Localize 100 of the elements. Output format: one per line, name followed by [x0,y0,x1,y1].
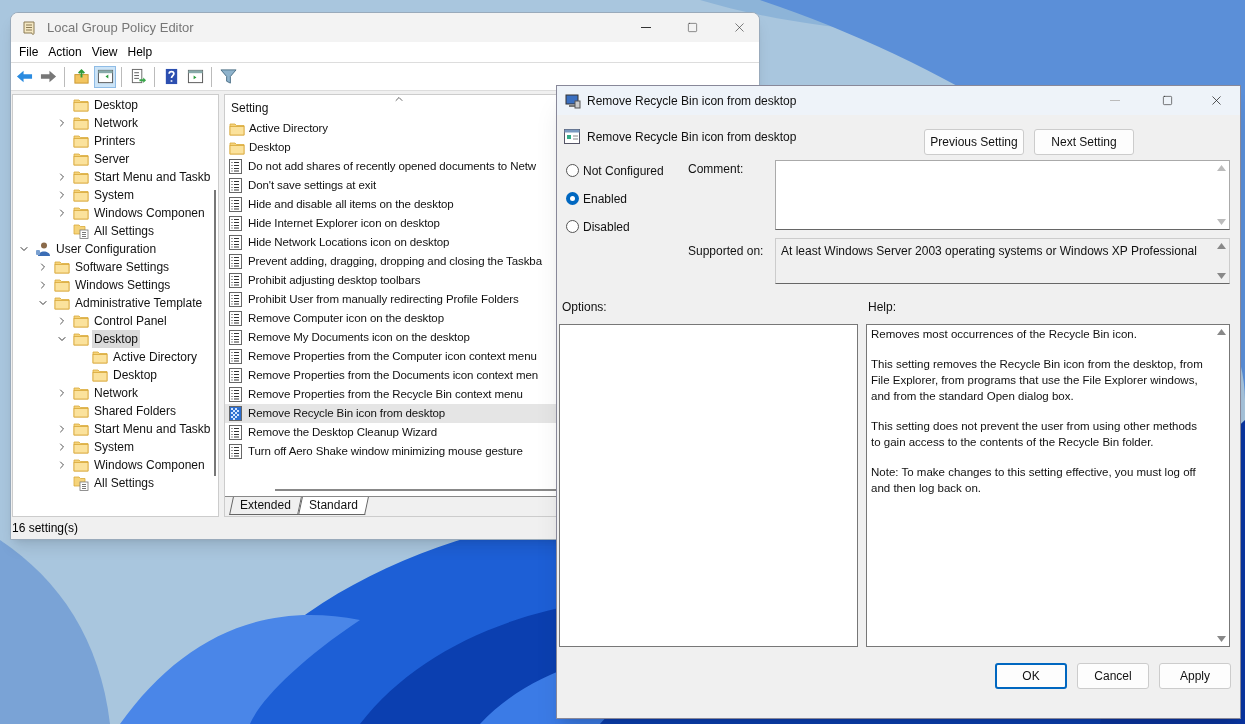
nav-button[interactable]: Previous Setting [924,129,1024,155]
radio-button[interactable] [566,164,579,177]
folder-icon [73,332,89,346]
maximize-icon[interactable] [687,22,698,33]
folder-icon [73,98,89,112]
nav-button[interactable]: Next Setting [1034,129,1134,155]
setting-name: Prevent adding, dragging, dropping and closing the Taskba [248,253,542,269]
setting-name: Prohibit adjusting desktop toolbars [248,272,421,288]
folder-icon [54,296,70,310]
tree-item[interactable]: System [92,186,136,204]
tree-item[interactable]: Desktop [111,366,160,384]
folder-icon [229,140,245,155]
radio-label: Not Configured [583,162,664,180]
dialog-button[interactable]: OK [995,663,1067,689]
help-paragraph: This setting does not prevent the user from using other methods to gain access to the contents of the Recycle Bin folder. [871,419,1198,450]
document-icon [229,254,242,269]
document-icon [229,444,242,459]
folder-icon [73,134,89,148]
menu-item[interactable]: Action [43,43,87,61]
tree-item[interactable]: Network [92,384,140,402]
scroll-down-icon[interactable] [1216,273,1226,279]
setting-name: Remove Properties from the Documents icon context men [248,367,538,383]
folder-icon [73,422,89,436]
tree-item[interactable]: Windows Settings [73,276,173,294]
tree-item[interactable]: Administrative Template [73,294,205,312]
setting-name: Remove Properties from the Recycle Bin context menu [248,386,523,402]
radio-button[interactable] [566,220,579,233]
tree-item[interactable]: Desktop [92,330,141,348]
maximize-icon[interactable] [1162,95,1173,106]
folder-icon [73,152,89,166]
filter-icon [219,68,237,85]
document-icon [229,178,242,193]
radio-button[interactable] [566,192,579,205]
help-paragraph: This setting removes the Recycle Bin icon from the desktop, from File Explorer, from programs that use the File Explorer windows, and from the standard Open dialog box. [871,357,1204,404]
setting-name: Don't save settings at exit [248,177,376,193]
document-icon [229,368,242,383]
document-icon [229,425,242,440]
column-header[interactable]: Setting [231,99,269,117]
tree-item[interactable]: Control Panel [92,312,169,330]
scroll-up-icon[interactable] [1216,243,1226,249]
comment-field[interactable] [775,160,1230,230]
policy-window-icon [564,128,580,144]
radio-label: Enabled [583,190,628,208]
setting-name: Hide Network Locations icon on desktop [248,234,450,250]
folder-icon [73,458,89,472]
toolbar-button[interactable] [94,65,116,88]
close-icon[interactable] [732,20,747,35]
tree-item[interactable]: Network [92,114,140,132]
setting-name: Hide and disable all items on the desktop [248,196,454,212]
view-tab[interactable]: Standard [297,497,369,515]
tree-item[interactable]: Start Menu and Taskb [92,168,213,186]
document-icon [229,273,242,288]
tree-item[interactable]: Printers [92,132,138,150]
tree-item[interactable]: Shared Folders [92,402,179,420]
window-title: Local Group Policy Editor [47,18,194,37]
forward-arrow-icon [39,68,57,85]
checkered-document-icon [229,406,242,421]
tree-item[interactable]: Server [92,150,132,168]
setting-name: Prohibit User from manually redirecting Profile Folders [248,291,519,307]
tree-item[interactable]: Active Directory [111,348,200,366]
document-icon [229,292,242,307]
scroll-down-icon[interactable] [1216,636,1226,642]
scroll-up-icon[interactable] [1216,165,1226,171]
view-tab[interactable]: Extended [229,497,302,515]
document-icon [229,197,242,212]
folder-icon [92,368,108,382]
setting-name: Desktop [249,139,291,155]
tree-item[interactable]: Windows Componen [92,456,207,474]
minimize-icon [1110,100,1120,101]
folder-document-icon [73,223,89,239]
scroll-up-icon[interactable] [1216,329,1226,335]
menu-item[interactable]: View [86,43,123,61]
document-icon [229,235,242,250]
tree-item[interactable]: System [92,438,136,456]
tree-item[interactable]: Software Settings [73,258,172,276]
scroll-down-icon[interactable] [1216,219,1226,225]
menu-item[interactable]: Help [122,43,158,61]
console-tree-icon [96,68,114,85]
setting-heading: Remove Recycle Bin icon from desktop [587,129,797,146]
tree-item[interactable]: Desktop [92,96,141,114]
scrollbar-thumb[interactable] [214,190,217,476]
dialog-button[interactable]: Apply [1159,663,1231,689]
folder-icon [73,314,89,328]
tree-item[interactable]: Start Menu and Taskb [92,420,213,438]
up-folder-icon [72,68,90,85]
options-label: Options: [562,299,608,316]
tree-item[interactable]: All Settings [92,474,157,492]
setting-name: Remove Recycle Bin icon from desktop [248,405,446,421]
tree-item[interactable]: All Settings [92,222,157,240]
close-icon[interactable] [1209,93,1224,108]
setting-name: Active Directory [249,120,328,136]
setting-name: Remove the Desktop Cleanup Wizard [248,424,438,440]
tree-item[interactable]: Windows Componen [92,204,207,222]
dialog-button[interactable]: Cancel [1077,663,1149,689]
tree-item[interactable]: User Configuration [54,240,159,258]
setting-name: Remove Properties from the Computer icon context menu [248,348,537,364]
export-list-icon [129,68,147,85]
comment-label: Comment: [688,161,745,178]
menu-item[interactable]: File [14,43,44,61]
folder-icon [73,188,89,202]
